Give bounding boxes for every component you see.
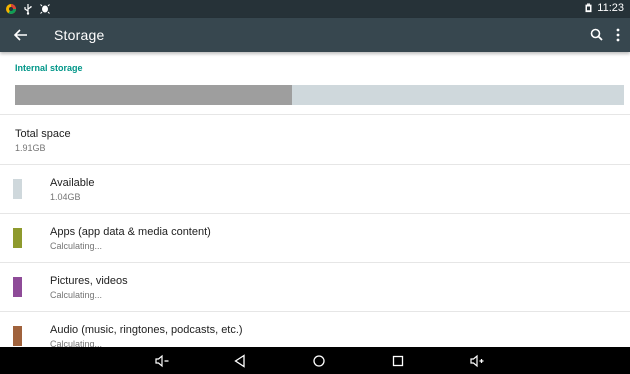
list-item-subtitle: 1.91GB [15,143,46,153]
debug-icon [40,4,50,14]
more-vert-icon[interactable] [612,27,624,43]
back-icon[interactable] [232,353,248,369]
battery-icon [585,3,592,13]
search-icon[interactable] [589,27,605,43]
list-item-pictures-videos[interactable]: Pictures, videos Calculating... [0,263,630,312]
status-bar: 11:23 [0,0,630,18]
color-swatch [13,228,22,248]
app-bar: Storage [0,18,630,52]
list-item-title: Audio (music, ringtones, podcasts, etc.) [50,324,243,336]
recents-icon[interactable] [390,353,406,369]
color-swatch [13,179,22,199]
back-arrow-icon[interactable] [12,26,30,44]
list-item-title: Total space [15,128,71,140]
app-notification-icon [6,4,16,14]
color-swatch [13,277,22,297]
list-item-available[interactable]: Available 1.04GB [0,165,630,214]
page-title: Storage [54,27,105,43]
navigation-bar [0,347,630,374]
list-item-subtitle: 1.04GB [50,192,81,202]
status-time: 11:23 [597,2,624,14]
list-item-apps[interactable]: Apps (app data & media content) Calculat… [0,214,630,263]
list-item-title: Available [50,177,95,189]
storage-used-fill [15,85,293,105]
volume-up-icon[interactable] [469,353,485,369]
list-item-title: Apps (app data & media content) [50,226,211,238]
color-swatch [13,326,22,346]
usb-icon [24,4,32,15]
list-item-title: Pictures, videos [50,275,128,287]
list-item-subtitle: Calculating... [50,290,103,300]
list-item-subtitle: Calculating... [50,241,103,251]
storage-usage-bar [15,85,624,105]
volume-down-icon[interactable] [154,353,170,369]
section-header-internal-storage: Internal storage [15,63,83,73]
home-icon[interactable] [311,353,327,369]
list-item-total-space[interactable]: Total space 1.91GB [0,115,630,164]
